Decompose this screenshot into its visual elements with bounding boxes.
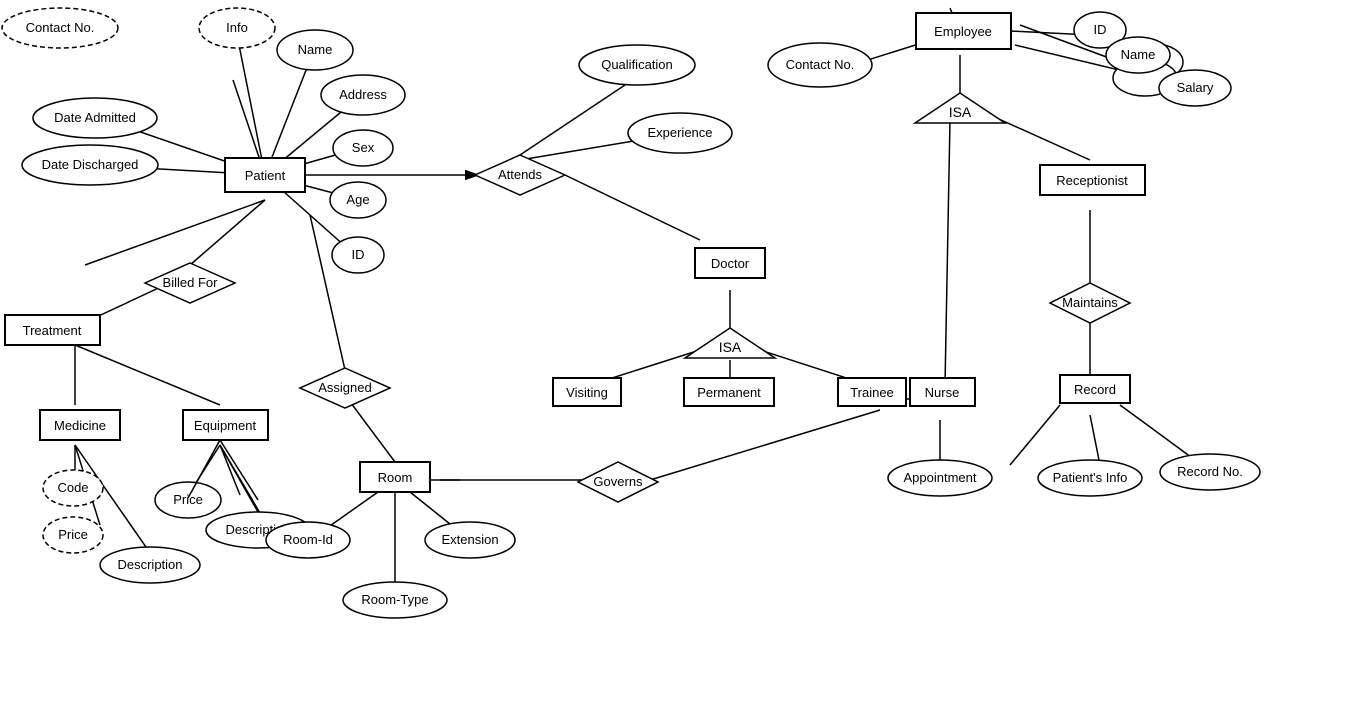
- emp-name-label: Name: [1121, 47, 1156, 62]
- equipment-price-label: Price: [173, 492, 203, 507]
- equipment-label: Equipment: [194, 418, 257, 433]
- treatment-label: Treatment: [23, 323, 82, 338]
- trainee-label: Trainee: [850, 385, 894, 400]
- qualification-label: Qualification: [601, 57, 673, 72]
- patient-id-label: ID: [352, 247, 365, 262]
- medicine-label: Medicine: [54, 418, 106, 433]
- medicine-description-label: Description: [117, 557, 182, 572]
- assigned-label: Assigned: [318, 380, 371, 395]
- room-label: Room: [378, 470, 413, 485]
- doctor-label: Doctor: [711, 256, 750, 271]
- date-admitted-label: Date Admitted: [54, 110, 136, 125]
- doctor-isa-label: ISA: [719, 339, 742, 355]
- room-id-label: Room-Id: [283, 532, 333, 547]
- medicine-code-label: Code: [57, 480, 88, 495]
- record-label: Record: [1074, 382, 1116, 397]
- record-no-label: Record No.: [1177, 464, 1243, 479]
- extension-label: Extension: [441, 532, 498, 547]
- address-label: Address: [339, 87, 387, 102]
- patients-info-label: Patient's Info: [1053, 470, 1128, 485]
- experience-label: Experience: [647, 125, 712, 140]
- visiting-label: Visiting: [566, 385, 608, 400]
- employee-isa-label: ISA: [949, 104, 972, 120]
- maintains-label: Maintains: [1062, 295, 1118, 310]
- medicine-price-label: Price: [58, 527, 88, 542]
- employee-salary-label: Salary: [1177, 80, 1214, 95]
- employee-label: Employee: [934, 24, 992, 39]
- date-discharged-label: Date Discharged: [42, 157, 139, 172]
- appointment-label: Appointment: [904, 470, 977, 485]
- name-label: Name: [298, 42, 333, 57]
- attends-label: Attends: [498, 167, 543, 182]
- permanent-label: Permanent: [697, 385, 761, 400]
- governs-label: Governs: [593, 474, 643, 489]
- nurse-label: Nurse: [925, 385, 960, 400]
- billed-for-label: Billed For: [163, 275, 219, 290]
- emp-contact-label: Contact No.: [786, 57, 855, 72]
- sex-label: Sex: [352, 140, 375, 155]
- room-type-label: Room-Type: [361, 592, 428, 607]
- info-label: Info: [226, 20, 248, 35]
- age-label: Age: [346, 192, 369, 207]
- contact-no-label: Contact No.: [26, 20, 95, 35]
- receptionist-label: Receptionist: [1056, 173, 1128, 188]
- employee-id-label: ID: [1094, 22, 1107, 37]
- patient-label: Patient: [245, 168, 286, 183]
